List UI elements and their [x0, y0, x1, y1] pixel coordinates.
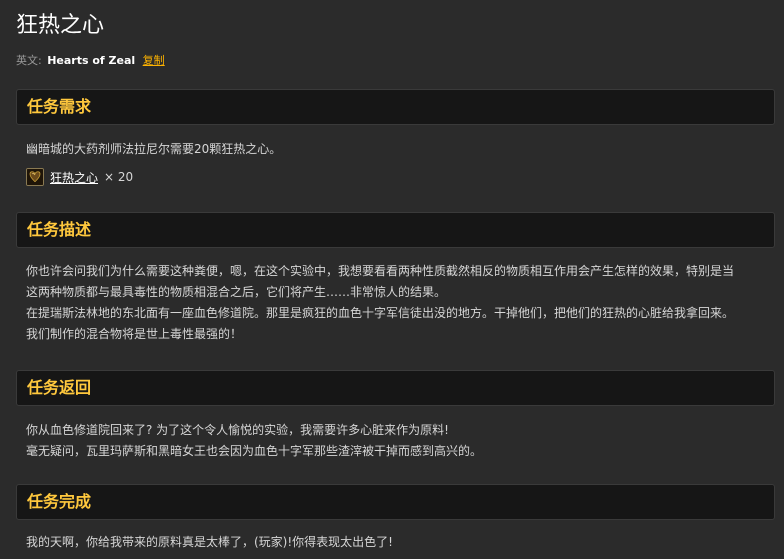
description-line: 我们制作的混合物将是世上毒性最强的！ [26, 327, 243, 341]
item-count: × 20 [104, 170, 134, 184]
section-header-completion: 任务完成 [16, 484, 775, 520]
section-header-requirements: 任务需求 [16, 89, 775, 125]
section-heading: 任务返回 [27, 378, 92, 397]
description-text: 你也许会问我们为什么需要这种粪便，嗯，在这个实验中，我想要看看两种性质截然相反的… [26, 261, 774, 345]
item-link[interactable]: 狂热之心 [50, 169, 98, 186]
description-line: 这两种物质都与最具毒性的物质相混合之后，它们将产生……非常惊人的结果。 [26, 285, 447, 299]
section-header-description: 任务描述 [16, 212, 775, 248]
description-line: 在提瑞斯法林地的东北面有一座血色修道院。那里是疯狂的血色十字军信徒出没的地方。干… [26, 306, 735, 320]
return-text: 你从血色修道院回来了? 为了这个令人愉悦的实验，我需要许多心脏来作为原料! 毫无… [26, 420, 774, 462]
section-heading: 任务完成 [27, 492, 92, 511]
completion-text: 我的天啊，你给我带来的原料真是太棒了，(玩家)!你得表现太出色了! [26, 532, 774, 553]
return-line: 毫无疑问，瓦里玛萨斯和黑暗女王也会因为血色十字军那些渣滓被干掉而感到高兴的。 [26, 444, 483, 458]
section-heading: 任务需求 [27, 97, 92, 116]
english-label: 英文: [16, 54, 42, 67]
required-item: 狂热之心 × 20 [26, 166, 133, 188]
heart-item-icon[interactable] [26, 168, 44, 186]
english-name-line: 英文: Hearts of Zeal 复制 [16, 53, 165, 69]
return-line: 你从血色修道院回来了? 为了这个令人愉悦的实验，我需要许多心脏来作为原料! [26, 423, 449, 437]
quest-page: 狂热之心 英文: Hearts of Zeal 复制 任务需求 幽暗城的大药剂师… [0, 0, 784, 559]
completion-line: 我的天啊，你给我带来的原料真是太棒了，(玩家)!你得表现太出色了! [26, 535, 393, 549]
english-name: Hearts of Zeal [47, 54, 136, 67]
page-title: 狂热之心 [16, 13, 105, 38]
requirements-text: 幽暗城的大药剂师法拉尼尔需要20颗狂热之心。 [26, 142, 282, 156]
section-heading: 任务描述 [27, 220, 92, 239]
description-line: 你也许会问我们为什么需要这种粪便，嗯，在这个实验中，我想要看看两种性质截然相反的… [26, 264, 735, 278]
copy-link[interactable]: 复制 [143, 54, 165, 67]
section-header-return: 任务返回 [16, 370, 775, 406]
